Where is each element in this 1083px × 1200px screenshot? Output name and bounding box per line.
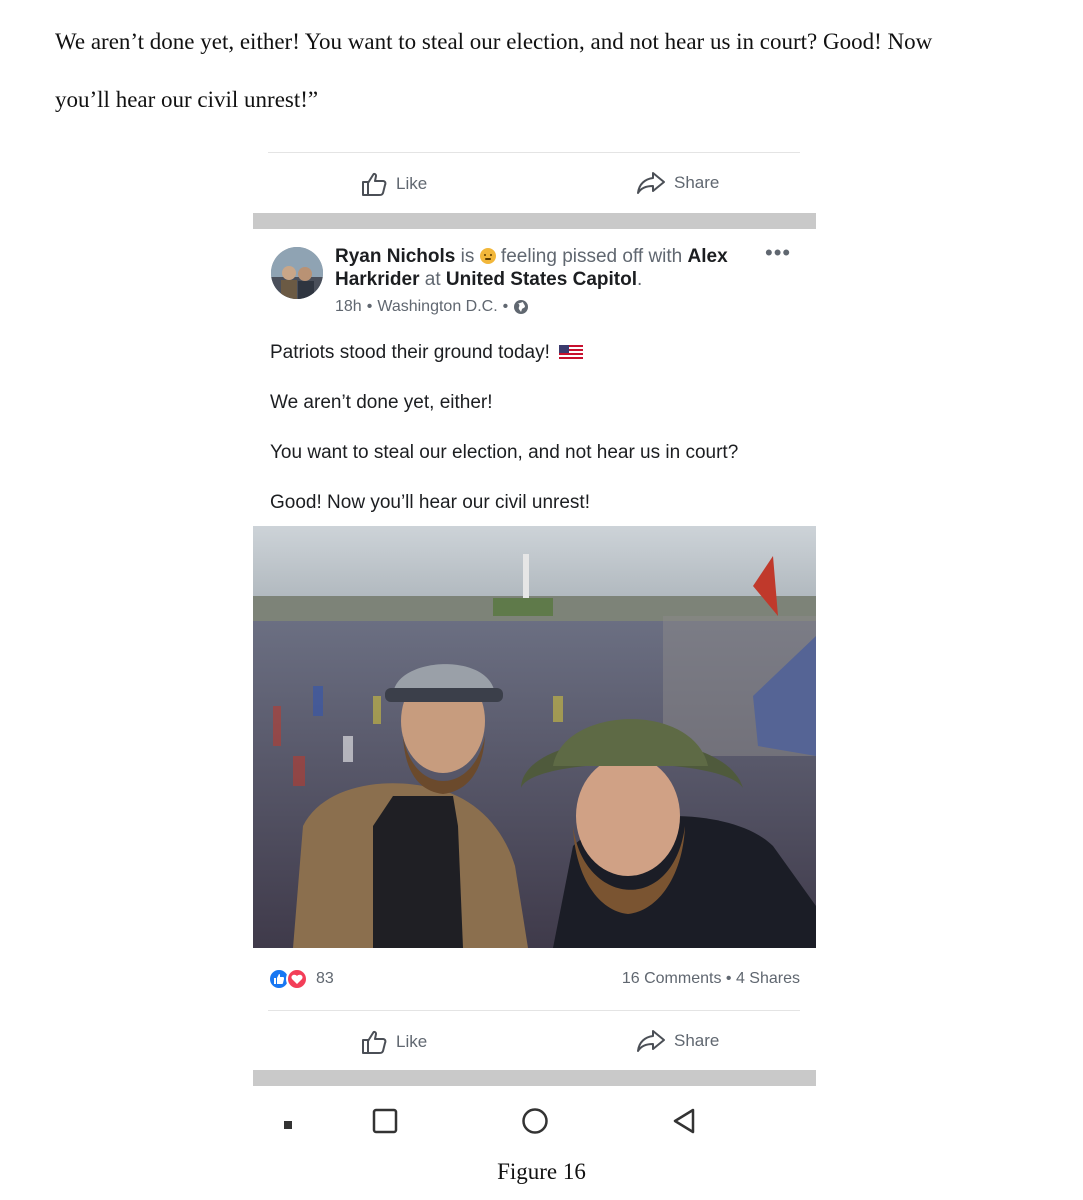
bottom-action-row: Like Share: [253, 1020, 816, 1064]
love-reaction-icon: [286, 968, 308, 990]
document-line-1: We aren’t done yet, either! You want to …: [55, 29, 933, 54]
like-button-top[interactable]: Like: [360, 170, 427, 198]
avatar[interactable]: [271, 247, 323, 299]
post-line-3: You want to steal our election, and not …: [270, 442, 739, 463]
divider: [268, 152, 800, 153]
like-button[interactable]: Like: [360, 1028, 427, 1056]
globe-icon: [514, 300, 529, 314]
post-place: Washington D.C.: [377, 298, 498, 315]
feeling-text: feeling pissed off with: [495, 246, 688, 267]
top-action-row: Like Share: [253, 162, 816, 206]
post-text-line: Patriots stood their ground today!: [270, 342, 550, 363]
thumbs-up-icon: [362, 1030, 387, 1054]
menu-dot-icon[interactable]: [284, 1116, 292, 1134]
share-label: Share: [674, 173, 720, 192]
section-divider: [253, 213, 816, 229]
post-meta: 18h • Washington D.C. •: [335, 298, 529, 316]
share-button-top[interactable]: Share: [636, 170, 719, 196]
square-icon[interactable]: [372, 1108, 398, 1139]
share-label: Share: [674, 1031, 720, 1050]
like-label: Like: [396, 1032, 428, 1051]
author-name[interactable]: Ryan Nichols: [335, 246, 455, 267]
divider: [268, 1010, 800, 1011]
share-button[interactable]: Share: [636, 1028, 719, 1054]
reactions-summary[interactable]: 83: [268, 968, 334, 990]
share-arrow-icon: [637, 1030, 665, 1052]
is-text: is: [455, 246, 480, 267]
post-header: Ryan Nichols is feeling pissed off with …: [335, 245, 755, 291]
meta-dot: •: [366, 298, 373, 315]
at-text: at: [419, 269, 446, 290]
document-line-2: you’ll hear our civil unrest!”: [55, 87, 319, 112]
us-flag-icon: [559, 345, 584, 359]
android-navigation-bar: [253, 1102, 816, 1142]
thumbs-up-icon: [362, 172, 387, 196]
section-divider: [253, 1070, 816, 1086]
shares-count[interactable]: 4 Shares: [736, 970, 800, 987]
meta-dot: •: [725, 970, 736, 987]
angry-emoji-icon: [479, 248, 496, 264]
share-arrow-icon: [637, 172, 665, 194]
meta-dot: •: [502, 298, 509, 315]
circle-icon[interactable]: [521, 1107, 549, 1140]
post-time[interactable]: 18h: [335, 298, 362, 316]
location-link[interactable]: United States Capitol: [446, 269, 637, 290]
reaction-icons: [268, 968, 310, 990]
post-line-4: Good! Now you’ll hear our civil unrest!: [270, 492, 590, 513]
like-label: Like: [396, 174, 428, 193]
reaction-count: 83: [316, 970, 334, 987]
period: .: [636, 269, 643, 290]
facebook-screenshot: Like Share Ryan Nichols is feeling pisse…: [253, 150, 816, 1155]
post-line-1: Patriots stood their ground today!: [270, 342, 584, 364]
post-photo[interactable]: [253, 526, 816, 948]
comments-shares[interactable]: 16 Comments • 4 Shares: [622, 970, 800, 988]
comments-count[interactable]: 16 Comments: [622, 970, 722, 987]
figure-caption: Figure 16: [497, 1159, 586, 1184]
more-options-button[interactable]: •••: [765, 242, 791, 264]
post-line-2: We aren’t done yet, either!: [270, 392, 493, 413]
back-triangle-icon[interactable]: [671, 1107, 697, 1140]
